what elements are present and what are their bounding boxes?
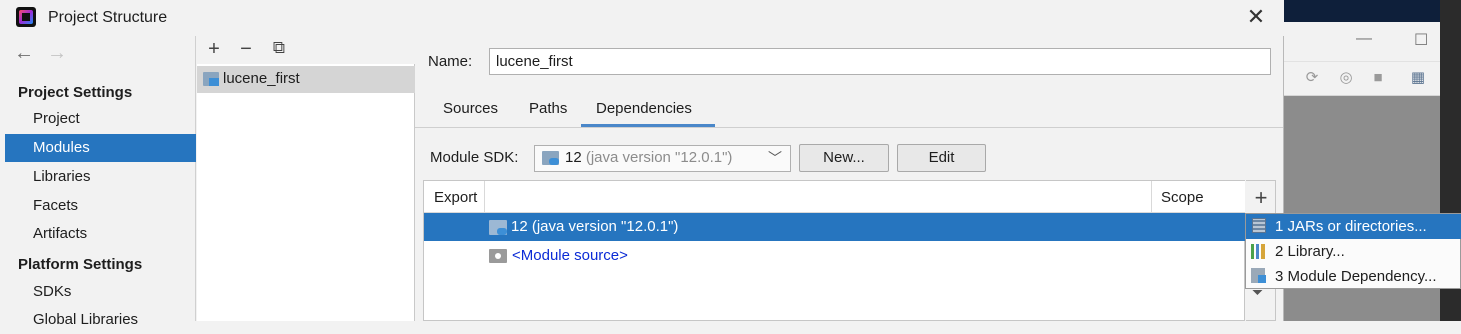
active-tab-indicator [581,124,715,127]
dialog-title: Project Structure [48,9,168,26]
new-sdk-button[interactable]: New... [799,144,889,172]
sidebar-item-libraries[interactable]: Libraries [5,163,196,191]
intellij-logo-icon [16,7,36,27]
stop-icon[interactable]: ■ [1368,68,1388,88]
remove-module-icon[interactable]: − [236,38,256,61]
project-settings-header: Project Settings [18,84,133,101]
sdk-folder-icon [542,151,559,165]
chevron-down-icon[interactable]: ﹀ [768,148,782,168]
background-minimize-button[interactable]: — [1356,30,1372,48]
sdk-version: 12 [565,149,582,166]
add-dependency-button[interactable]: + [1250,185,1272,211]
menu-item-module-dependency[interactable]: 3 Module Dependency... [1246,264,1461,289]
module-source-folder-icon [489,249,507,263]
module-sdk-label: Module SDK: [430,149,519,166]
module-icon [1251,268,1266,283]
tab-divider [415,127,1283,128]
module-name-field[interactable] [489,48,1271,75]
sidebar-item-modules[interactable]: Modules [5,134,196,162]
dialog-titlebar [0,0,1284,36]
module-list-toolbar [197,36,415,64]
scope-column-header[interactable]: Scope [1161,189,1204,206]
column-divider[interactable] [484,181,485,213]
sidebar-item-global-libraries[interactable]: Global Libraries [5,306,196,334]
project-structure-icon[interactable]: ▦ [1408,68,1428,88]
export-column-header[interactable]: Export [434,189,477,206]
library-icon [1251,244,1265,259]
sdk-detail: (java version "12.0.1") [585,149,733,166]
edit-sdk-button[interactable]: Edit [897,144,986,172]
sdk-folder-icon [489,220,507,235]
sidebar-item-facets[interactable]: Facets [5,192,196,220]
table-header [424,181,1245,213]
run-config-icon[interactable]: ⟳ [1302,68,1322,88]
module-folder-icon [203,72,219,86]
column-divider[interactable] [1151,181,1152,213]
sidebar-item-artifacts[interactable]: Artifacts [5,220,196,248]
add-module-icon[interactable]: + [204,38,224,61]
background-maximize-button[interactable]: ☐ [1414,30,1428,50]
dependency-label[interactable]: 12 (java version "12.0.1") [511,218,678,235]
debug-icon[interactable]: ◎ [1336,68,1356,88]
tab-dependencies[interactable]: Dependencies [596,100,692,117]
menu-item-jars-or-directories[interactable]: 1 JARs or directories... [1246,214,1461,239]
tab-paths[interactable]: Paths [529,100,567,117]
back-arrow-icon[interactable]: ← [14,42,34,65]
copy-module-icon[interactable]: ⧉ [269,38,289,58]
tab-sources[interactable]: Sources [443,100,498,117]
module-sdk-value: 12 (java version "12.0.1") [565,149,732,166]
sidebar-item-sdks[interactable]: SDKs [5,278,196,306]
module-name-label[interactable]: lucene_first [223,70,300,87]
sidebar-item-project[interactable]: Project [5,105,196,133]
close-button[interactable]: ✕ [1243,4,1269,30]
menu-item-library[interactable]: 2 Library... [1246,239,1461,264]
platform-settings-header: Platform Settings [18,256,143,273]
forward-arrow-icon[interactable]: → [47,42,67,65]
background-window-strip [1284,0,1440,22]
module-source-link[interactable]: <Module source> [512,247,628,264]
name-label: Name: [428,53,473,70]
jar-icon [1252,218,1266,233]
